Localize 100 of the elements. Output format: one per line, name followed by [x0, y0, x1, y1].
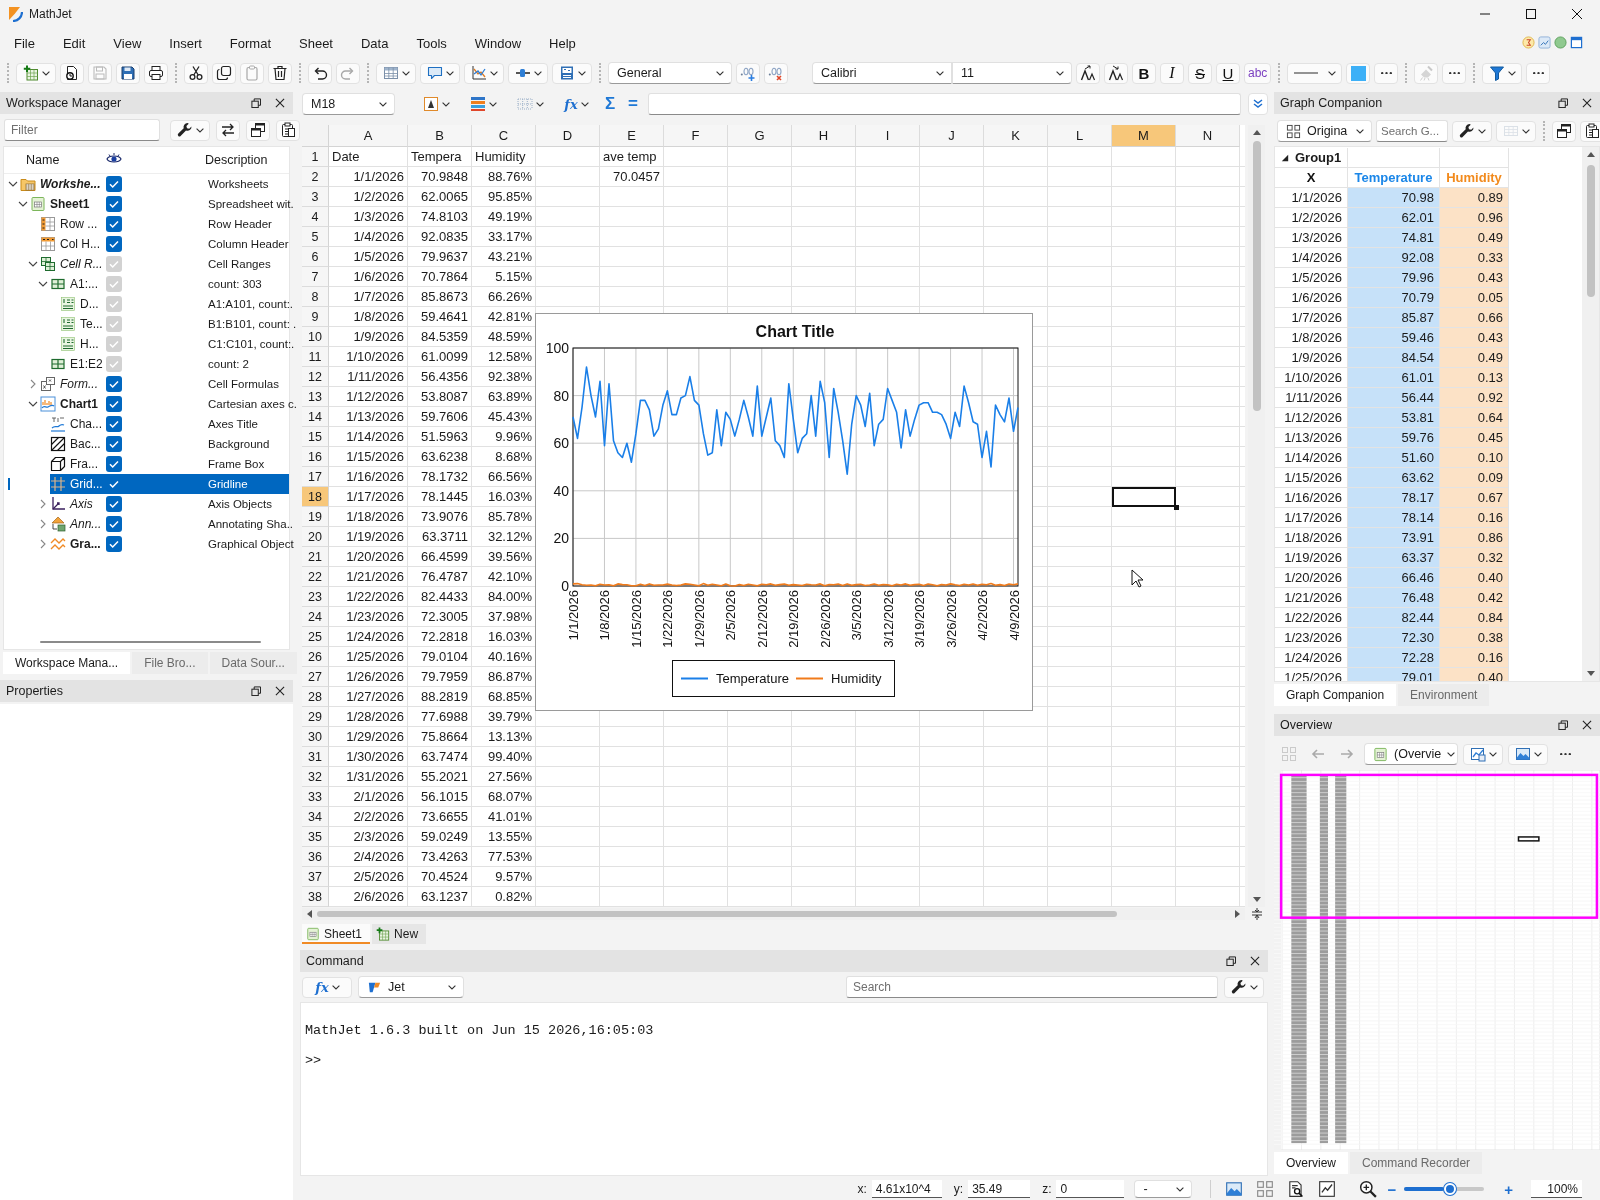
- table-cell[interactable]: 43.21%: [472, 247, 536, 267]
- mode-dropdown[interactable]: -: [1134, 1180, 1193, 1198]
- row-header[interactable]: 22: [302, 567, 329, 587]
- coordinate-field[interactable]: 0: [1056, 1180, 1125, 1198]
- table-cell[interactable]: 2/4/2026: [329, 847, 408, 867]
- copy-button[interactable]: [212, 62, 236, 84]
- column-header[interactable]: I: [856, 125, 920, 147]
- search-field[interactable]: Search: [846, 976, 1218, 998]
- table-cell[interactable]: 68.07%: [472, 787, 536, 807]
- tree-item-label[interactable]: Gra...: [70, 537, 106, 551]
- coordinate-field[interactable]: 35.49: [968, 1180, 1031, 1198]
- filter-button[interactable]: [1482, 62, 1523, 84]
- table-cell[interactable]: 53.8087: [408, 387, 472, 407]
- tree-item-label[interactable]: Bac...: [70, 437, 106, 451]
- tree-item-label[interactable]: Fra...: [70, 457, 106, 471]
- split-icon[interactable]: [1251, 908, 1263, 920]
- triangle-up-icon[interactable]: [1252, 130, 1261, 135]
- triangle-down-icon[interactable]: [1586, 671, 1595, 676]
- row-header[interactable]: 33: [302, 787, 329, 807]
- spelling-button[interactable]: abc: [1244, 62, 1272, 84]
- row-header[interactable]: 9: [302, 307, 329, 327]
- column-header[interactable]: B: [408, 125, 472, 147]
- panel-tab[interactable]: Overview: [1274, 1152, 1348, 1174]
- table-cell[interactable]: 79.0104: [408, 647, 472, 667]
- table-cell[interactable]: 70.0457: [600, 167, 664, 187]
- menu-item[interactable]: Insert: [155, 35, 216, 51]
- delete-button[interactable]: [268, 62, 292, 84]
- table-cell[interactable]: 32.12%: [472, 527, 536, 547]
- table-cell[interactable]: 13.13%: [472, 727, 536, 747]
- table-cell[interactable]: 9.57%: [472, 867, 536, 887]
- visibility-checkbox[interactable]: [106, 376, 122, 392]
- row-header[interactable]: 16: [302, 447, 329, 467]
- table-cell[interactable]: 99.40%: [472, 747, 536, 767]
- column-header[interactable]: A: [329, 125, 408, 147]
- language-dropdown[interactable]: Jet: [358, 976, 464, 998]
- close-icon[interactable]: [1250, 956, 1260, 966]
- table-cell[interactable]: 1/3/2026: [329, 207, 408, 227]
- table-cell[interactable]: 51.5963: [408, 427, 472, 447]
- tree-item-label[interactable]: Grid...: [70, 477, 106, 491]
- sheet-tab[interactable]: Sheet1: [302, 924, 371, 944]
- column-header[interactable]: J: [920, 125, 984, 147]
- row-header[interactable]: 5: [302, 227, 329, 247]
- close-icon[interactable]: [275, 686, 285, 696]
- table-cell[interactable]: 1/4/2026: [329, 227, 408, 247]
- column-header[interactable]: D: [536, 125, 600, 147]
- close-icon[interactable]: [1582, 720, 1592, 730]
- table-cell[interactable]: 63.7474: [408, 747, 472, 767]
- menu-item[interactable]: Edit: [48, 35, 100, 51]
- table-cell[interactable]: 70.9848: [408, 167, 472, 187]
- table-cell[interactable]: 42.81%: [472, 307, 536, 327]
- table-cell[interactable]: 72.3005: [408, 607, 472, 627]
- table-cell[interactable]: 63.89%: [472, 387, 536, 407]
- tree-item-label[interactable]: Cha...: [70, 417, 106, 431]
- view-dropdown[interactable]: (Overvie: [1364, 743, 1458, 765]
- column-header[interactable]: M: [1112, 125, 1176, 147]
- line-style-dropdown[interactable]: [1287, 62, 1343, 84]
- zoom-out-button[interactable]: −: [1383, 1180, 1401, 1198]
- table-cell[interactable]: 77.6988: [408, 707, 472, 727]
- row-header[interactable]: 11: [302, 347, 329, 367]
- table-cell[interactable]: 66.4599: [408, 547, 472, 567]
- menu-item[interactable]: Window: [460, 35, 536, 51]
- panel-tab[interactable]: File Bro...: [132, 652, 208, 674]
- connector-button[interactable]: [508, 62, 548, 84]
- selected-row-highlight[interactable]: Grid... Gridline: [50, 474, 289, 494]
- row-header[interactable]: 15: [302, 427, 329, 447]
- table-cell[interactable]: 16.03%: [472, 627, 536, 647]
- table-cell[interactable]: 88.76%: [472, 167, 536, 187]
- table-cell[interactable]: Group1: [1275, 148, 1348, 168]
- table-cell[interactable]: 73.4263: [408, 847, 472, 867]
- view-dropdown[interactable]: Origina: [1277, 120, 1372, 142]
- tree-item-label[interactable]: Chart1: [60, 397, 106, 411]
- paste-button[interactable]: [276, 119, 300, 141]
- function-button[interactable]: fx: [302, 976, 352, 998]
- table-cell[interactable]: 40.16%: [472, 647, 536, 667]
- row-header[interactable]: 26: [302, 647, 329, 667]
- table-cell[interactable]: 77.53%: [472, 847, 536, 867]
- table-cell[interactable]: 1/26/2026: [329, 667, 408, 687]
- strikethrough-button[interactable]: S: [1188, 62, 1212, 84]
- row-header[interactable]: 24: [302, 607, 329, 627]
- row-header[interactable]: 23: [302, 587, 329, 607]
- add-decimal-button[interactable]: [736, 62, 760, 84]
- column-header[interactable]: H: [792, 125, 856, 147]
- row-header[interactable]: 31: [302, 747, 329, 767]
- sigma-badge-icon[interactable]: [1522, 36, 1535, 49]
- menu-item[interactable]: Sheet: [285, 35, 347, 51]
- panel-tab[interactable]: Graph Companion: [1274, 684, 1397, 706]
- row-header[interactable]: 34: [302, 807, 329, 827]
- tools-button[interactable]: [1224, 976, 1264, 998]
- table-cell[interactable]: 74.8103: [408, 207, 472, 227]
- visibility-checkbox[interactable]: [106, 536, 122, 552]
- table-cell[interactable]: 16.03%: [472, 487, 536, 507]
- chevron-down-icon[interactable]: [18, 199, 28, 209]
- eye-icon[interactable]: [106, 152, 122, 165]
- row-header[interactable]: 21: [302, 547, 329, 567]
- shrink-font-button[interactable]: [1104, 62, 1128, 84]
- window-icon[interactable]: [1570, 36, 1583, 49]
- menu-item[interactable]: Help: [535, 35, 590, 51]
- table-cell[interactable]: 5.15%: [472, 267, 536, 287]
- column-header[interactable]: L: [1048, 125, 1112, 147]
- table-cell[interactable]: 1/22/2026: [329, 587, 408, 607]
